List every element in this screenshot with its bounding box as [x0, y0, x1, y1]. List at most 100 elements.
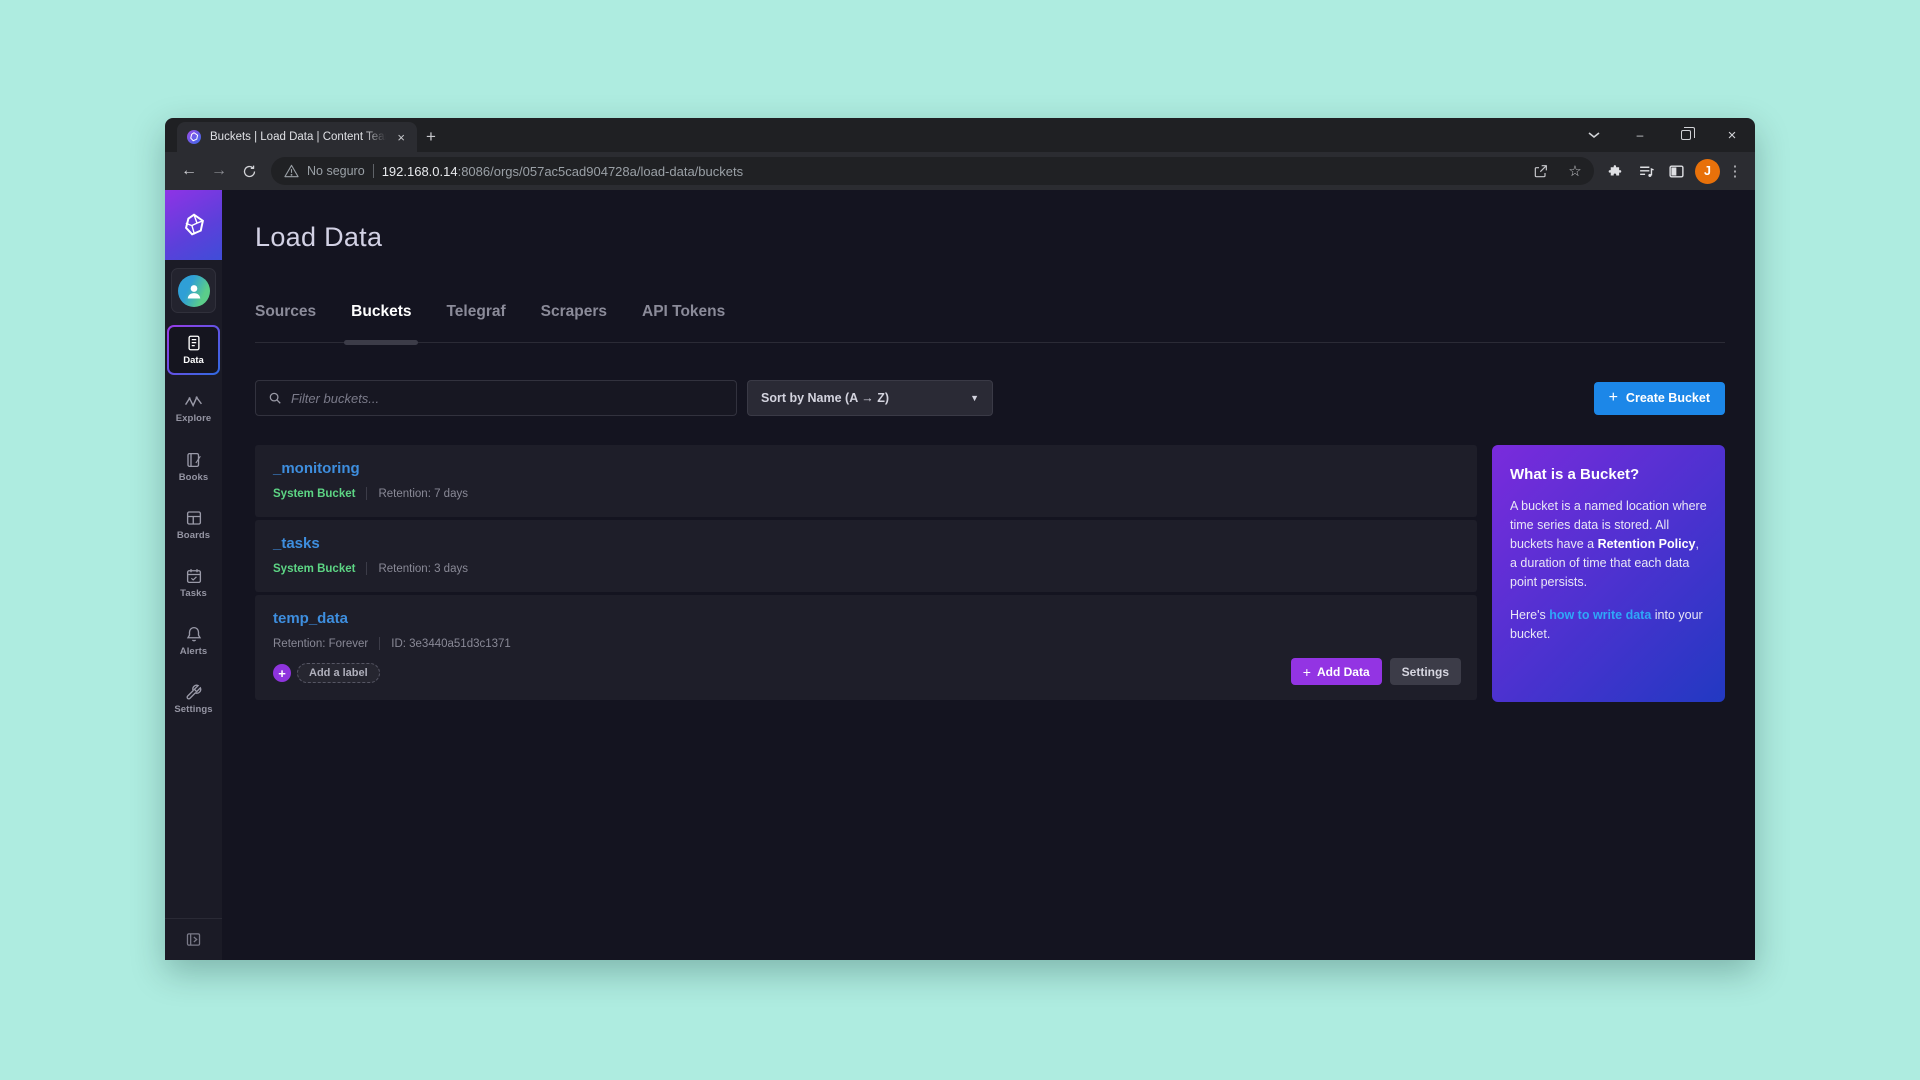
- tab-sources[interactable]: Sources: [255, 303, 316, 321]
- new-tab-button[interactable]: +: [426, 128, 436, 145]
- search-icon: [268, 391, 282, 405]
- bucket-controls: Sort by Name (A → Z) ▼ + Create Bucket: [255, 380, 1725, 416]
- bucket-row-monitoring: _monitoring System Bucket Retention: 7 d…: [255, 445, 1477, 517]
- bucket-name-link[interactable]: _monitoring: [273, 460, 360, 477]
- explore-icon: [184, 393, 203, 410]
- sidebar-item-alerts[interactable]: Alerts: [165, 616, 222, 665]
- bucket-meta: System Bucket Retention: 7 days: [273, 487, 1459, 500]
- window-menu-chevron-icon[interactable]: [1571, 118, 1617, 152]
- settings-icon: [185, 683, 203, 701]
- tab-api-tokens[interactable]: API Tokens: [642, 303, 725, 321]
- tab-title: Buckets | Load Data | Content Team: [210, 131, 386, 143]
- url-text: 192.168.0.14:8086/orgs/057ac5cad904728a/…: [382, 164, 1520, 179]
- sort-dropdown[interactable]: Sort by Name (A → Z) ▼: [747, 380, 993, 416]
- create-bucket-button[interactable]: + Create Bucket: [1594, 382, 1725, 415]
- bucket-meta: Retention: Forever ID: 3e3440a51d3c1371: [273, 637, 1459, 650]
- url-divider: [373, 164, 374, 178]
- warning-icon: [284, 164, 299, 178]
- sidebar-item-label: Data: [183, 355, 204, 366]
- sidebar-item-label: Tasks: [180, 588, 207, 599]
- sidebar-expand-icon[interactable]: [185, 931, 202, 948]
- add-label-button[interactable]: Add a label: [297, 663, 380, 683]
- info-panel-paragraph-1: A bucket is a named location where time …: [1510, 497, 1707, 592]
- url-bar[interactable]: No seguro 192.168.0.14:8086/orgs/057ac5c…: [271, 157, 1594, 185]
- forward-button[interactable]: →: [205, 157, 233, 185]
- tab-telegraf[interactable]: Telegraf: [446, 303, 505, 321]
- add-data-label: Add Data: [1317, 665, 1370, 679]
- security-label: No seguro: [307, 164, 365, 178]
- playlist-extension-icon[interactable]: [1632, 157, 1660, 185]
- sidebar-item-label: Alerts: [180, 646, 208, 657]
- profile-avatar[interactable]: J: [1695, 159, 1720, 184]
- meta-divider: [366, 562, 367, 575]
- bucket-id-text: ID: 3e3440a51d3c1371: [391, 638, 511, 650]
- retention-policy-bold: Retention Policy: [1598, 537, 1696, 551]
- bucket-list: _monitoring System Bucket Retention: 7 d…: [255, 445, 1477, 700]
- influxdb-logo[interactable]: [165, 190, 222, 260]
- sidebar-item-label: Boards: [177, 530, 210, 541]
- sidebar-item-books[interactable]: Books: [165, 442, 222, 491]
- sort-dropdown-label: Sort by Name (A → Z): [761, 391, 889, 405]
- app-main: Load Data Sources Buckets Telegraf Scrap…: [222, 190, 1755, 960]
- tab-buckets[interactable]: Buckets: [351, 303, 411, 321]
- page-title: Load Data: [255, 222, 1725, 253]
- load-data-tabs: Sources Buckets Telegraf Scrapers API To…: [255, 303, 1725, 343]
- back-button[interactable]: ←: [175, 157, 203, 185]
- sidebar-item-settings[interactable]: Settings: [165, 674, 222, 723]
- side-panel-icon[interactable]: [1662, 157, 1690, 185]
- meta-divider: [366, 487, 367, 500]
- sidebar-item-label: Settings: [174, 704, 212, 715]
- bucket-row-temp-data: temp_data Retention: Forever ID: 3e3440a…: [255, 595, 1477, 700]
- system-bucket-badge: System Bucket: [273, 563, 355, 575]
- app-sidebar: Data Explore Books: [165, 190, 222, 960]
- bucket-name-link[interactable]: _tasks: [273, 535, 320, 552]
- system-bucket-badge: System Bucket: [273, 488, 355, 500]
- tab-scrapers[interactable]: Scrapers: [541, 303, 607, 321]
- data-icon: [185, 334, 203, 352]
- sidebar-item-explore[interactable]: Explore: [165, 384, 222, 433]
- window-controls: – ×: [1571, 118, 1755, 152]
- user-avatar-icon: [178, 275, 210, 307]
- share-icon[interactable]: [1528, 158, 1554, 184]
- restore-icon: [1681, 130, 1691, 140]
- add-label-plus-icon[interactable]: +: [273, 664, 291, 682]
- reload-button[interactable]: [235, 157, 263, 185]
- influxdb-favicon-icon: [186, 129, 202, 145]
- filter-buckets-field: [255, 380, 737, 416]
- plus-icon: +: [1303, 664, 1311, 680]
- influxdb-app: Data Explore Books: [165, 190, 1755, 960]
- sidebar-footer: [165, 918, 222, 960]
- sidebar-item-boards[interactable]: Boards: [165, 500, 222, 549]
- url-host: 192.168.0.14: [382, 164, 458, 179]
- extensions-puzzle-icon[interactable]: [1602, 157, 1630, 185]
- browser-toolbar: ← → No seguro 192.168.0.14:8086/orgs/057…: [165, 152, 1755, 190]
- restore-button[interactable]: [1663, 118, 1709, 152]
- retention-text: Retention: 7 days: [378, 488, 468, 500]
- sidebar-item-label: Books: [179, 472, 209, 483]
- bucket-name-link[interactable]: temp_data: [273, 610, 348, 627]
- minimize-button[interactable]: –: [1617, 118, 1663, 152]
- bucket-row-tasks: _tasks System Bucket Retention: 3 days: [255, 520, 1477, 592]
- boards-icon: [185, 509, 203, 527]
- label-row: + Add a label: [273, 663, 1459, 683]
- star-icon[interactable]: ☆: [1562, 158, 1588, 184]
- retention-text: Retention: Forever: [273, 638, 368, 650]
- plus-icon: +: [1609, 390, 1618, 406]
- retention-text: Retention: 3 days: [378, 563, 468, 575]
- sidebar-item-label: Explore: [176, 413, 212, 424]
- user-avatar[interactable]: [171, 268, 216, 313]
- how-to-write-data-link[interactable]: how to write data: [1549, 608, 1651, 622]
- sidebar-item-data[interactable]: Data: [167, 325, 220, 375]
- add-data-button[interactable]: + Add Data: [1291, 658, 1382, 685]
- sidebar-item-tasks[interactable]: Tasks: [165, 558, 222, 607]
- close-button[interactable]: ×: [1709, 118, 1755, 152]
- caret-down-icon: ▼: [970, 393, 979, 403]
- tab-close-icon[interactable]: ×: [394, 130, 408, 145]
- tasks-icon: [185, 567, 203, 585]
- buckets-content: _monitoring System Bucket Retention: 7 d…: [255, 445, 1725, 702]
- kebab-menu-icon[interactable]: ⋮: [1725, 162, 1745, 180]
- browser-tab[interactable]: Buckets | Load Data | Content Team ×: [177, 122, 417, 152]
- create-bucket-label: Create Bucket: [1626, 391, 1710, 405]
- filter-buckets-input[interactable]: [291, 391, 724, 406]
- bucket-settings-button[interactable]: Settings: [1390, 658, 1461, 685]
